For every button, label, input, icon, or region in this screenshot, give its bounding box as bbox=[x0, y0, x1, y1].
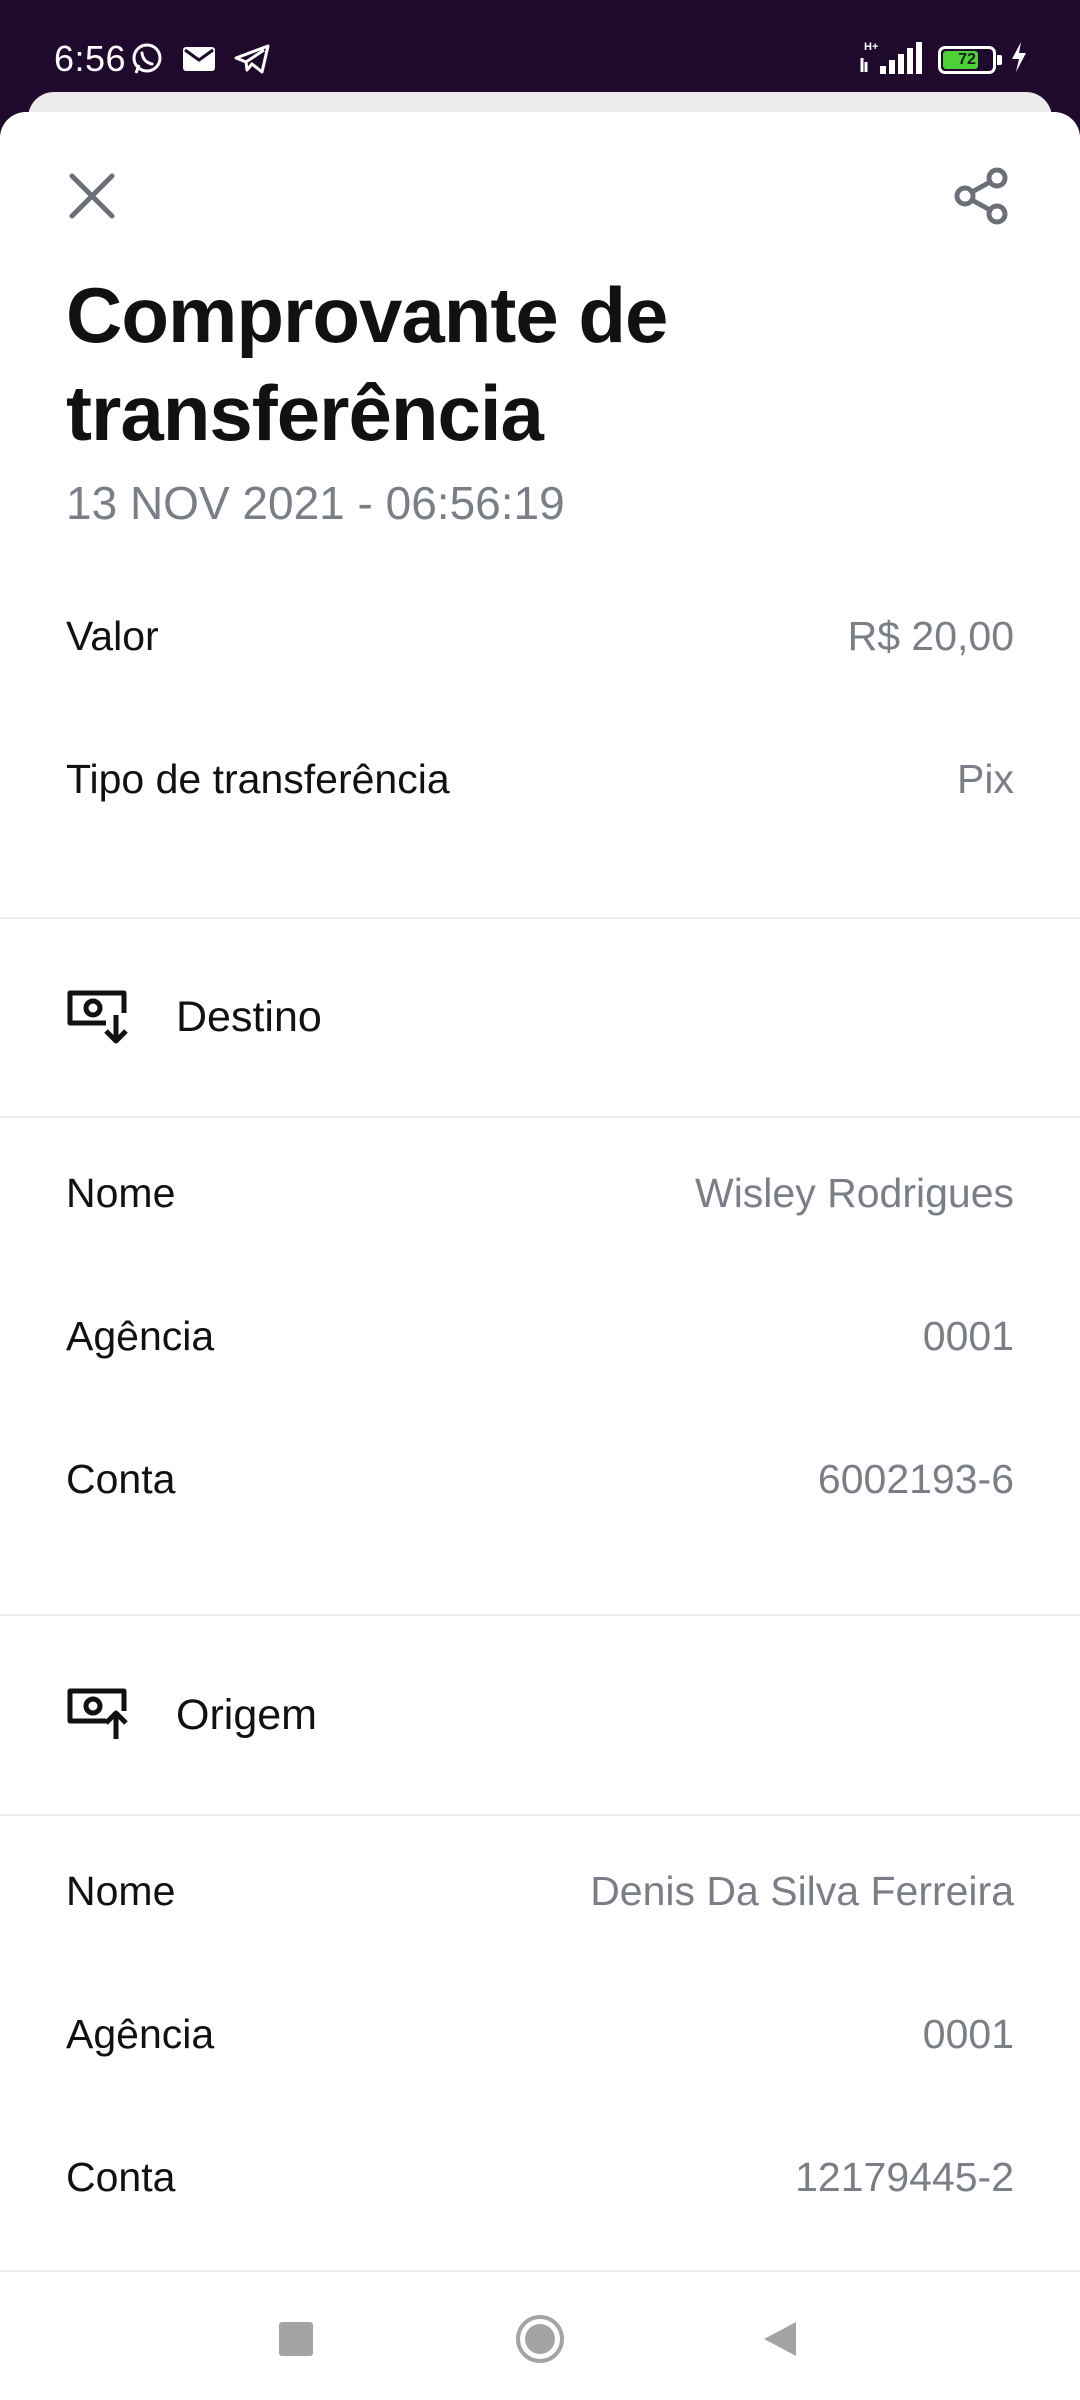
svg-text:H+: H+ bbox=[864, 41, 878, 53]
destination-agency-row: Agência 0001 bbox=[66, 1306, 1014, 1366]
transfer-timestamp: 13 NOV 2021 - 06:56:19 bbox=[66, 477, 565, 529]
origin-account-value: 12179445-2 bbox=[795, 2153, 1014, 2200]
money-incoming-icon bbox=[66, 989, 130, 1045]
destination-name-value: Wisley Rodrigues bbox=[695, 1169, 1014, 1216]
telegram-icon bbox=[234, 44, 270, 79]
whatsapp-icon bbox=[130, 42, 164, 81]
share-button[interactable] bbox=[948, 162, 1016, 230]
transfer-type-value: Pix bbox=[957, 755, 1014, 802]
origin-section-title: Origem bbox=[176, 1690, 317, 1739]
home-circle-icon bbox=[516, 2315, 564, 2363]
share-icon bbox=[954, 167, 1008, 225]
back-triangle-icon bbox=[764, 2322, 796, 2356]
status-time: 6:56 bbox=[54, 38, 127, 79]
origin-section-header: Origem bbox=[66, 1680, 317, 1750]
cellular-signal-icon: H+ bbox=[858, 40, 924, 79]
origin-name-value: Denis Da Silva Ferreira bbox=[590, 1867, 1014, 1914]
close-button[interactable] bbox=[62, 166, 122, 226]
origin-account-row: Conta 12179445-2 bbox=[66, 2147, 1014, 2207]
page-title: Comprovante de transferência bbox=[66, 271, 668, 457]
transfer-type-label: Tipo de transferência bbox=[66, 755, 450, 802]
destination-account-label: Conta bbox=[66, 1455, 176, 1502]
notification-icons bbox=[130, 42, 270, 81]
system-status-icons: H+ 72 bbox=[858, 40, 1028, 79]
charging-icon bbox=[1010, 41, 1028, 78]
amount-label: Valor bbox=[66, 612, 159, 659]
amount-value: R$ 20,00 bbox=[847, 612, 1014, 659]
destination-account-value: 6002193-6 bbox=[817, 1455, 1014, 1502]
amount-row: Valor R$ 20,00 bbox=[66, 606, 1014, 666]
back-button[interactable] bbox=[745, 2304, 815, 2374]
divider bbox=[0, 1614, 1080, 1616]
divider bbox=[0, 1116, 1080, 1118]
mail-icon bbox=[182, 45, 216, 78]
battery-level: 72 bbox=[958, 50, 976, 68]
destination-section-title: Destino bbox=[176, 992, 322, 1041]
origin-account-label: Conta bbox=[66, 2153, 176, 2200]
origin-name-row: Nome Denis Da Silva Ferreira bbox=[66, 1861, 1014, 1921]
divider bbox=[0, 1814, 1080, 1816]
origin-agency-row: Agência 0001 bbox=[66, 2004, 1014, 2064]
transfer-type-row: Tipo de transferência Pix bbox=[66, 749, 1014, 809]
home-button[interactable] bbox=[505, 2304, 575, 2374]
origin-agency-label: Agência bbox=[66, 2010, 215, 2057]
recents-button[interactable] bbox=[261, 2304, 331, 2374]
money-outgoing-icon bbox=[66, 1687, 130, 1743]
destination-agency-value: 0001 bbox=[922, 1312, 1014, 1359]
recents-square-icon bbox=[279, 2322, 313, 2356]
battery-icon: 72 bbox=[938, 45, 1002, 74]
destination-name-row: Nome Wisley Rodrigues bbox=[66, 1163, 1014, 1223]
origin-agency-value: 0001 bbox=[922, 2010, 1014, 2057]
destination-account-row: Conta 6002193-6 bbox=[66, 1449, 1014, 1509]
destination-name-label: Nome bbox=[66, 1169, 176, 1216]
receipt-sheet: Comprovante de transferência 13 NOV 2021… bbox=[0, 112, 1080, 2270]
system-navigation-bar bbox=[0, 2270, 1080, 2400]
origin-name-label: Nome bbox=[66, 1867, 176, 1914]
close-icon bbox=[69, 173, 115, 219]
destination-section-header: Destino bbox=[66, 982, 322, 1052]
divider bbox=[0, 917, 1080, 919]
destination-agency-label: Agência bbox=[66, 1312, 215, 1359]
